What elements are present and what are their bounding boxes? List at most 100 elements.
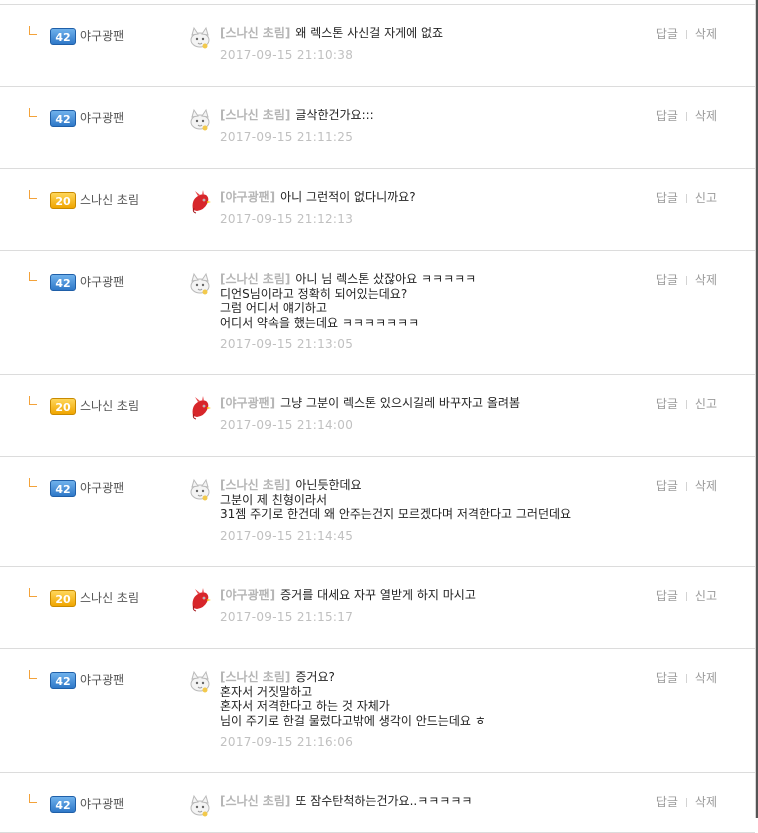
reply-target-name[interactable]: [스나신 초림] xyxy=(220,478,290,492)
reply-button[interactable]: 답글 xyxy=(656,795,678,809)
comment-body: [스나신 초림] 아니 님 렉스톤 샀잖아요 ㅋㅋㅋㅋㅋ 디언S님이라고 정확히 되… xyxy=(220,272,640,352)
white-cat-avatar xyxy=(188,108,212,132)
comment-line: [스나신 초림] 증거요? xyxy=(220,670,640,685)
level-number: 42 xyxy=(55,799,71,812)
white-cat-avatar xyxy=(188,478,212,502)
comment-text: [야구광팬] 그냥 그분이 렉스톤 있으시길레 바꾸자고 올려봄 xyxy=(220,396,640,411)
level-badge: 20 xyxy=(50,192,76,209)
comment-actions: 답글 삭제 xyxy=(656,272,717,289)
secondary-action-button[interactable]: 삭제 xyxy=(695,479,717,493)
comment-line-text: 아니 그런적이 없다니까요? xyxy=(280,190,416,204)
reply-target-name[interactable]: [야구광팬] xyxy=(220,396,275,410)
comment-line-text: 증거를 대세요 자꾸 열받게 하지 마시고 xyxy=(280,588,476,602)
action-divider xyxy=(685,112,687,121)
reply-target-name[interactable]: [스나신 초림] xyxy=(220,108,290,122)
secondary-action-button[interactable]: 신고 xyxy=(695,191,717,205)
comment-text: [스나신 초림] 글삭한건가요::: xyxy=(220,108,640,123)
reply-target-name[interactable]: [스나신 초림] xyxy=(220,794,290,808)
comment-body: [스나신 초림] 또 잠수탄척하는건가요..ㅋㅋㅋㅋㅋ xyxy=(220,794,640,809)
reply-indent-icon xyxy=(29,794,37,803)
level-number: 20 xyxy=(55,195,71,208)
level-number: 42 xyxy=(55,277,71,290)
comment-text: [스나신 초림] 아닌듯한데요 그분이 제 친형이라서 31젬 주기로 한건데 왜 안… xyxy=(220,478,640,522)
action-divider xyxy=(685,674,687,683)
comment-line: [스나신 초림] 아니 님 렉스톤 샀잖아요 ㅋㅋㅋㅋㅋ xyxy=(220,272,640,287)
comment-text: [야구광팬] 아니 그런적이 없다니까요? xyxy=(220,190,640,205)
author-nickname[interactable]: 스나신 초림 xyxy=(80,590,139,607)
comment-item: 42 야구광팬 [스나신 초림] 또 잠수탄척하는건가요..ㅋㅋㅋㅋㅋ 답글 삭제 xyxy=(0,773,755,833)
comment-line-text: 그냥 그분이 렉스톤 있으시길레 바꾸자고 올려봄 xyxy=(280,396,521,410)
secondary-action-button[interactable]: 삭제 xyxy=(695,109,717,123)
author-nickname[interactable]: 스나신 초림 xyxy=(80,192,139,209)
comment-text: [야구광팬] 증거를 대세요 자꾸 열받게 하지 마시고 xyxy=(220,588,640,603)
comment-timestamp: 2017-09-15 21:11:25 xyxy=(220,129,354,144)
comment-timestamp: 2017-09-15 21:13:05 xyxy=(220,337,354,351)
comment-line-text: 또 잠수탄척하는건가요..ㅋㅋㅋㅋㅋ xyxy=(295,794,473,808)
secondary-action-button[interactable]: 신고 xyxy=(695,589,717,603)
reply-button[interactable]: 답글 xyxy=(656,397,678,411)
reply-button[interactable]: 답글 xyxy=(656,671,678,685)
comment-item: 42 야구광팬 [스나신 초림] 아닌듯한데요 그분이 제 친형이라서 31젬 주기로… xyxy=(0,457,755,567)
white-cat-avatar xyxy=(188,794,212,818)
level-badge: 42 xyxy=(50,274,76,291)
author-nickname[interactable]: 야구광팬 xyxy=(80,274,124,291)
author-nickname[interactable]: 야구광팬 xyxy=(80,28,124,45)
comment-item: 20 스나신 초림 [야구광팬] 그냥 그분이 렉스톤 있으시길레 바꾸자고 올려… xyxy=(0,375,755,457)
comment-item: 42 야구광팬 [스나신 초림] 왜 렉스톤 사신걸 자게에 없죠 2017-09… xyxy=(0,5,755,87)
comment-line: 어디서 약속을 했는데요 ㅋㅋㅋㅋㅋㅋㅋ xyxy=(220,315,420,330)
comment-actions: 답글 삭제 xyxy=(656,478,717,495)
comment-item: 42 야구광팬 [스나신 초림] 글삭한건가요::: 2017-09-15 21:… xyxy=(0,87,755,169)
reply-button[interactable]: 답글 xyxy=(656,27,678,41)
comment-line-text: 아니 님 렉스톤 샀잖아요 ㅋㅋㅋㅋㅋ xyxy=(295,272,477,286)
author-nickname[interactable]: 야구광팬 xyxy=(80,672,124,689)
comment-line: 디언S님이라고 정확히 되어있는데요? xyxy=(220,286,408,301)
level-number: 42 xyxy=(55,675,71,688)
level-number: 42 xyxy=(55,31,71,44)
secondary-action-button[interactable]: 신고 xyxy=(695,397,717,411)
secondary-action-button[interactable]: 삭제 xyxy=(695,273,717,287)
reply-target-name[interactable]: [스나신 초림] xyxy=(220,670,290,684)
reply-button[interactable]: 답글 xyxy=(656,479,678,493)
level-badge: 42 xyxy=(50,672,76,689)
comment-line: 혼자서 저격한다고 하는 것 자체가 xyxy=(220,699,390,713)
reply-target-name[interactable]: [스나신 초림] xyxy=(220,272,290,286)
secondary-action-button[interactable]: 삭제 xyxy=(695,671,717,685)
comment-item: 42 야구광팬 [스나신 초림] 증거요? 혼자서 거짓말하고 혼자서 저격한다고 하… xyxy=(0,649,755,773)
reply-target-name[interactable]: [야구광팬] xyxy=(220,190,275,204)
level-badge: 20 xyxy=(50,590,76,607)
reply-button[interactable]: 답글 xyxy=(656,109,678,123)
reply-indent-icon xyxy=(29,190,37,199)
action-divider xyxy=(685,30,687,39)
comment-line: 31젬 주기로 한건데 왜 안주는건지 모르겠다며 저격한다고 그러던데요 xyxy=(220,507,572,521)
comment-actions: 답글 삭제 xyxy=(656,794,717,811)
secondary-action-button[interactable]: 삭제 xyxy=(695,795,717,809)
action-divider xyxy=(685,276,687,285)
comment-line: [스나신 초림] 또 잠수탄척하는건가요..ㅋㅋㅋㅋㅋ xyxy=(220,794,640,809)
red-bird-avatar xyxy=(188,396,212,420)
comment-body: [스나신 초림] 글삭한건가요::: 2017-09-15 21:11:25 xyxy=(220,108,640,145)
comment-actions: 답글 신고 xyxy=(656,588,717,605)
author-nickname[interactable]: 야구광팬 xyxy=(80,796,124,813)
comment-line: [야구광팬] 증거를 대세요 자꾸 열받게 하지 마시고 xyxy=(220,588,640,603)
reply-button[interactable]: 답글 xyxy=(656,589,678,603)
reply-button[interactable]: 답글 xyxy=(656,191,678,205)
level-badge: 42 xyxy=(50,480,76,497)
author-nickname[interactable]: 야구광팬 xyxy=(80,110,124,127)
comment-body: [스나신 초림] 아닌듯한데요 그분이 제 친형이라서 31젬 주기로 한건데 왜 안… xyxy=(220,478,640,544)
level-badge: 20 xyxy=(50,398,76,415)
secondary-action-button[interactable]: 삭제 xyxy=(695,27,717,41)
author-nickname[interactable]: 스나신 초림 xyxy=(80,398,139,415)
level-number: 20 xyxy=(55,593,71,606)
author-nickname[interactable]: 야구광팬 xyxy=(80,480,124,497)
reply-target-name[interactable]: [야구광팬] xyxy=(220,588,275,602)
comment-line-text: 글삭한건가요::: xyxy=(295,108,374,122)
action-divider xyxy=(685,482,687,491)
reply-target-name[interactable]: [스나신 초림] xyxy=(220,26,290,40)
reply-indent-icon xyxy=(29,478,37,487)
reply-button[interactable]: 답글 xyxy=(656,273,678,287)
action-divider xyxy=(685,194,687,203)
comment-timestamp: 2017-09-15 21:10:38 xyxy=(220,47,354,62)
action-divider xyxy=(685,798,687,807)
comment-timestamp: 2017-09-15 21:15:17 xyxy=(220,609,354,624)
comment-line: [스나신 초림] 글삭한건가요::: xyxy=(220,108,640,123)
